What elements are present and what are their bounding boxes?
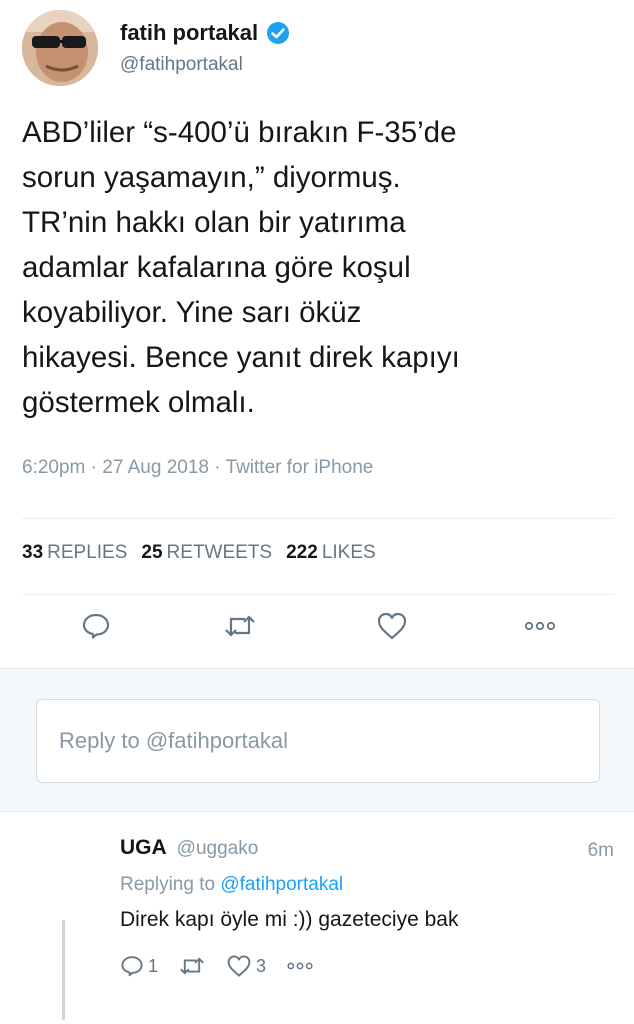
tweet-stats: 33 REPLIES 25 RETWEETS 222 LIKES [22,542,376,564]
heart-icon[interactable] [374,608,410,644]
author-display-name[interactable]: fatih portakal [120,20,258,46]
reply-tweet[interactable]: UGA @uggako 6m Replying to @fatihportaka… [120,836,620,978]
avatar[interactable] [22,10,98,86]
tweet-timestamp[interactable]: 6:20pm · 27 Aug 2018 · Twitter for iPhon… [22,457,373,479]
tweet-text: ABD’liler “s-400’ü bırakın F-35’de sorun… [22,116,460,419]
heart-icon [227,955,251,977]
tweet-actions [0,608,634,648]
reply-actions: 1 3 [120,954,620,978]
reply-count: 1 [148,955,159,976]
retweets-stat[interactable]: 25 RETWEETS [141,542,272,564]
reply-icon[interactable] [78,608,114,644]
reply-icon [121,956,143,977]
reply-author-name[interactable]: UGA [120,836,167,860]
reply-timestamp[interactable]: 6m [588,840,614,862]
replying-prefix: Replying to [120,874,216,895]
tweet-header: fatih portakal @fatihportakal [22,10,622,90]
replying-mention-link[interactable]: @fatihportakal [220,874,343,895]
reply-reply-button[interactable]: 1 [120,954,158,978]
reply-like-button[interactable]: 3 [226,954,266,978]
verified-badge-icon [267,22,290,44]
replies-stat[interactable]: 33 REPLIES [22,542,127,564]
more-icon [287,962,313,970]
divider [22,518,614,519]
divider [22,594,614,595]
reply-input[interactable]: Reply to @fatihportakal [36,699,600,783]
retweet-icon [180,957,204,975]
author-handle[interactable]: @fatihportakal [120,54,243,76]
like-count: 3 [256,955,267,976]
reply-text: Direk kapı öyle mi :)) gazeteciye bak [120,908,459,931]
thread-line [62,920,65,1020]
reply-more-button[interactable] [286,961,314,971]
replying-to: Replying to @fatihportakal [120,874,620,896]
likes-stat[interactable]: 222 LIKES [286,542,376,564]
reply-author-handle[interactable]: @uggako [177,838,259,860]
reply-retweet-button[interactable] [178,954,206,978]
retweet-icon[interactable] [222,608,258,644]
reply-compose-area: Reply to @fatihportakal [0,668,634,812]
more-icon[interactable] [522,608,558,644]
